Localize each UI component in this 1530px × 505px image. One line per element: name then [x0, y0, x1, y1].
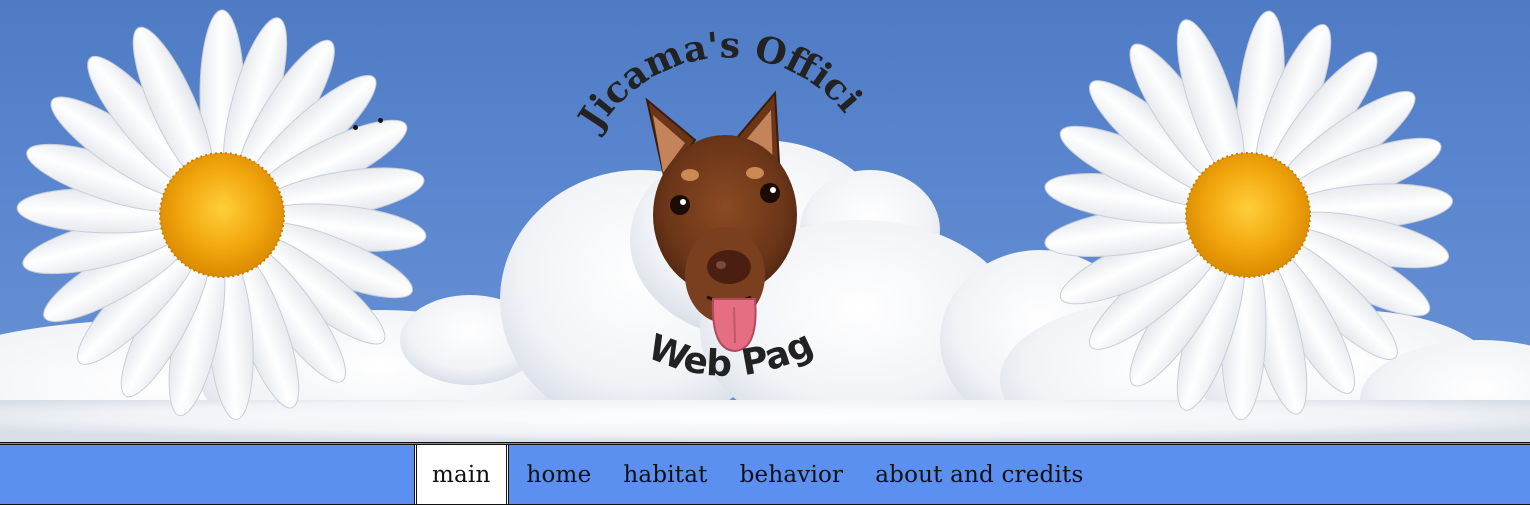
- nav-list: main home habitat behavior about and cre…: [414, 445, 1099, 504]
- nav-item-behavior[interactable]: behavior: [724, 445, 860, 504]
- decorative-dot: [353, 125, 358, 130]
- nav-item-habitat[interactable]: habitat: [607, 445, 723, 504]
- nav-item-main[interactable]: main: [414, 445, 509, 504]
- header-banner: Jicama's Official Web Page: [0, 0, 1530, 442]
- nav-item-about-and-credits[interactable]: about and credits: [859, 445, 1099, 504]
- main-navigation: main home habitat behavior about and cre…: [0, 442, 1530, 505]
- decorative-dot: [378, 118, 383, 123]
- banner-artwork: Jicama's Official Web Page: [0, 0, 1530, 442]
- nav-item-home[interactable]: home: [511, 445, 608, 504]
